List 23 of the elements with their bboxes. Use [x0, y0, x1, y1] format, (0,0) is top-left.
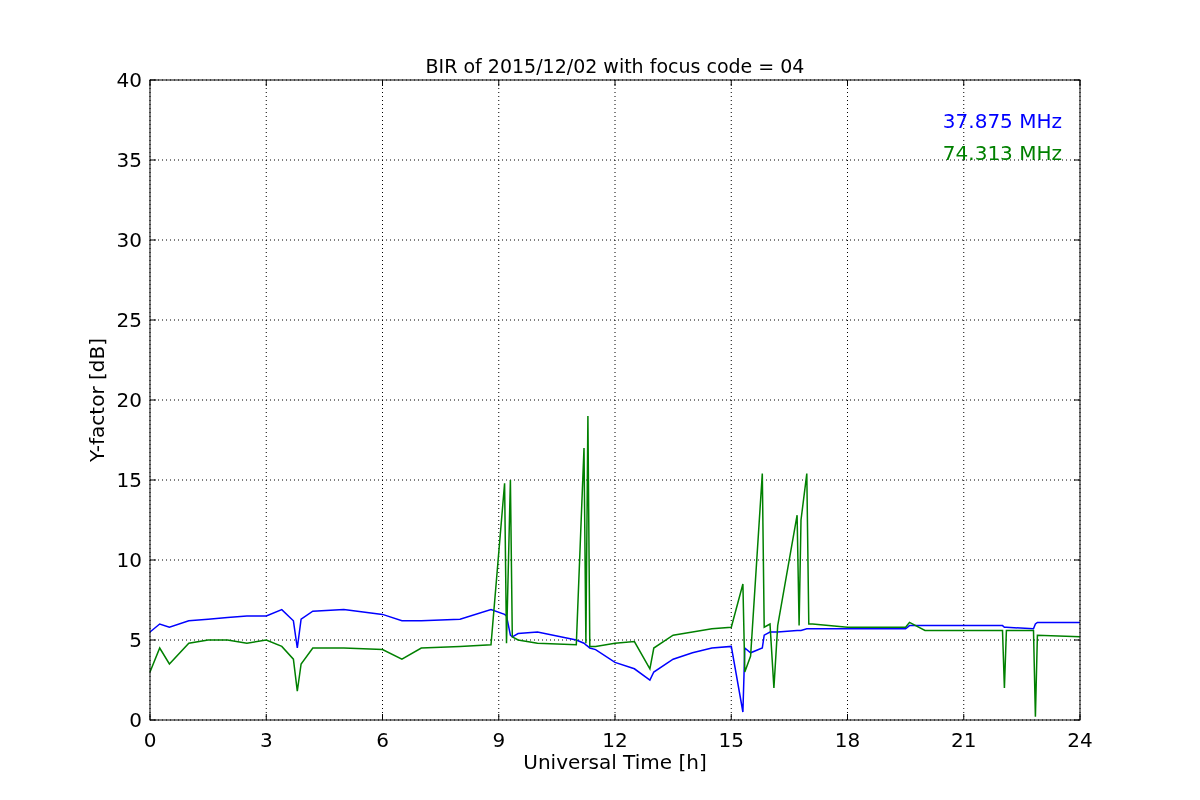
legend-label: 37.875 MHz: [942, 109, 1062, 133]
legend-label: 74.313 MHz: [942, 141, 1062, 165]
y-tick-label: 30: [116, 228, 142, 252]
x-axis-label: Universal Time [h]: [523, 750, 707, 774]
x-tick-label: 3: [259, 728, 273, 752]
x-tick-label: 18: [834, 728, 861, 752]
y-tick-label: 0: [129, 708, 142, 732]
x-tick-label: 9: [492, 728, 506, 752]
y-tick-label: 5: [129, 628, 142, 652]
x-tick-label: 15: [718, 728, 744, 752]
x-tick-label: 24: [1067, 728, 1093, 752]
y-tick-label: 35: [116, 148, 142, 172]
y-tick-label: 10: [116, 548, 142, 572]
y-axis-label: Y-factor [dB]: [85, 338, 109, 462]
y-tick-label: 15: [116, 468, 142, 492]
x-tick-label: 12: [602, 728, 628, 752]
x-tick-label: 0: [143, 728, 157, 752]
y-tick-label: 25: [116, 308, 142, 332]
y-tick-label: 20: [116, 388, 142, 412]
x-tick-label: 21: [951, 728, 977, 752]
chart-title: BIR of 2015/12/02 with focus code = 04: [425, 55, 805, 77]
x-tick-label: 6: [376, 728, 389, 752]
y-tick-label: 40: [116, 68, 142, 92]
